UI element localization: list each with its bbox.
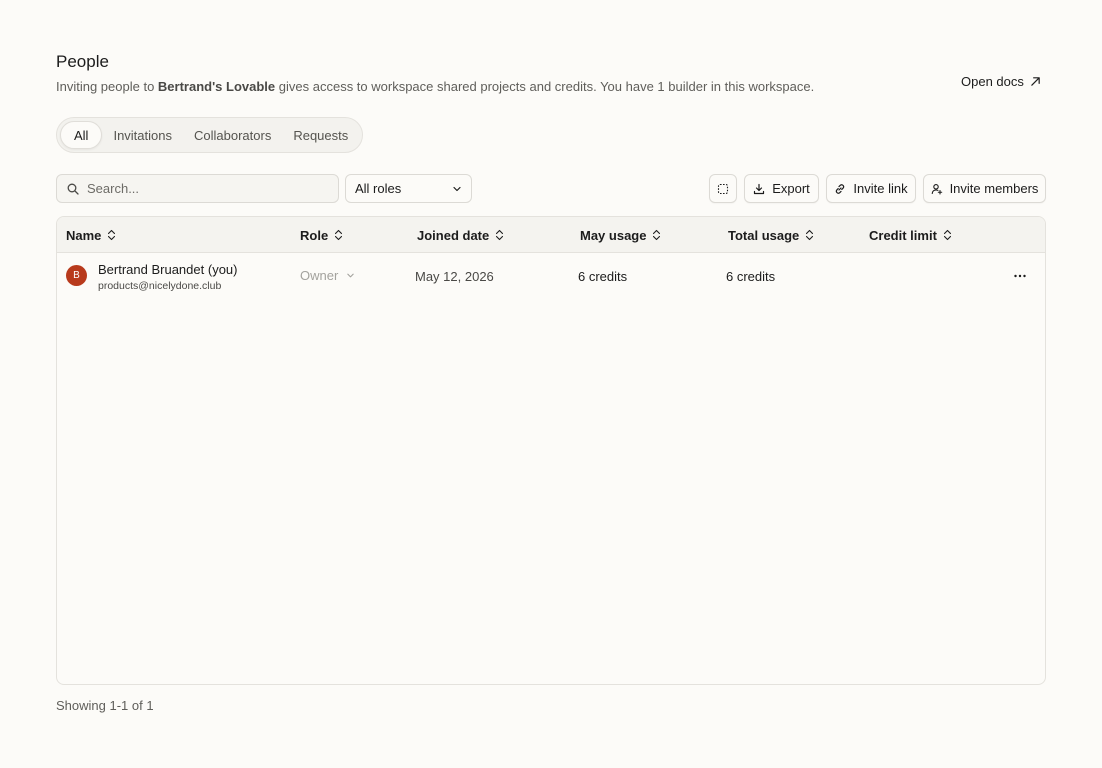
sort-icon: [108, 229, 116, 241]
total-usage: 6 credits: [726, 269, 776, 284]
column-label: May usage: [580, 227, 647, 243]
people-page: People Inviting people to Bertrand's Lov…: [0, 0, 1102, 768]
row-actions-button[interactable]: [1010, 266, 1030, 286]
tab-requests[interactable]: Requests: [282, 121, 359, 149]
pagination-summary: Showing 1-1 of 1: [56, 698, 154, 713]
invite-members-label: Invite members: [949, 181, 1039, 196]
dashed-square-icon: [717, 183, 729, 194]
joined-date: May 12, 2026: [415, 269, 494, 284]
tab-all[interactable]: All: [60, 121, 103, 149]
sort-icon: [806, 229, 814, 241]
export-button[interactable]: Export: [744, 174, 819, 203]
tab-invitations[interactable]: Invitations: [102, 121, 183, 149]
search-field[interactable]: [56, 174, 339, 203]
people-tabs: All Invitations Collaborators Requests: [56, 117, 364, 153]
column-header-credit-limit[interactable]: Credit limit: [869, 217, 952, 253]
role-value: Owner: [300, 268, 339, 283]
you-tag: (you): [207, 262, 238, 277]
may-usage: 6 credits: [578, 269, 628, 284]
search-icon: [67, 183, 79, 195]
sort-icon: [496, 229, 504, 241]
column-header-role[interactable]: Role: [300, 217, 343, 253]
external-arrow-icon: [1031, 77, 1040, 86]
column-label: Total usage: [728, 227, 800, 243]
sort-icon: [653, 229, 661, 241]
column-header-name[interactable]: Name: [66, 217, 116, 253]
table-row[interactable]: B Bertrand Bruandet (you) products@nicel…: [57, 253, 1045, 299]
avatar: B: [66, 265, 87, 286]
link-icon: [836, 183, 845, 194]
column-header-joined-date[interactable]: Joined date: [417, 217, 504, 253]
roles-filter-value: All roles: [355, 181, 402, 196]
role-select: Owner: [300, 268, 355, 283]
column-header-total-usage[interactable]: Total usage: [728, 217, 814, 253]
column-label: Joined date: [417, 227, 490, 243]
chevron-down-icon: [347, 273, 355, 278]
member-email: products@nicelydone.club: [98, 280, 222, 292]
member-name-line: Bertrand Bruandet (you): [98, 262, 237, 277]
table-header: Name Role Joined date May usage Total us…: [57, 217, 1045, 253]
description-prefix: Inviting people to: [56, 79, 158, 94]
members-table: Name Role Joined date May usage Total us…: [56, 216, 1046, 685]
user-plus-icon: [931, 183, 942, 195]
column-label: Name: [66, 227, 102, 243]
page-description: Inviting people to Bertrand's Lovable gi…: [56, 79, 814, 94]
open-docs-label: Open docs: [961, 74, 1024, 89]
description-suffix: gives access to workspace shared project…: [275, 79, 815, 94]
column-header-may-usage[interactable]: May usage: [580, 217, 661, 253]
workspace-name: Bertrand's Lovable: [157, 79, 276, 94]
member-name: Bertrand Bruandet: [98, 262, 205, 277]
download-icon: [754, 183, 765, 194]
column-label: Role: [300, 227, 329, 243]
open-docs-link[interactable]: Open docs: [961, 74, 1041, 89]
page-title: People: [56, 52, 109, 71]
column-label: Credit limit: [869, 227, 937, 243]
sort-icon: [335, 229, 343, 241]
tab-collaborators[interactable]: Collaborators: [183, 121, 282, 149]
invite-link-label: Invite link: [853, 181, 908, 196]
roles-filter-dropdown[interactable]: All roles: [345, 174, 472, 203]
invite-members-button[interactable]: Invite members: [923, 174, 1046, 203]
more-horizontal-icon: [1014, 274, 1026, 278]
export-label: Export: [772, 181, 810, 196]
invite-link-button[interactable]: Invite link: [826, 174, 916, 203]
search-input[interactable]: [87, 181, 317, 196]
sort-icon: [943, 229, 951, 241]
chevron-down-icon: [453, 186, 461, 191]
select-rows-button[interactable]: [709, 174, 737, 203]
